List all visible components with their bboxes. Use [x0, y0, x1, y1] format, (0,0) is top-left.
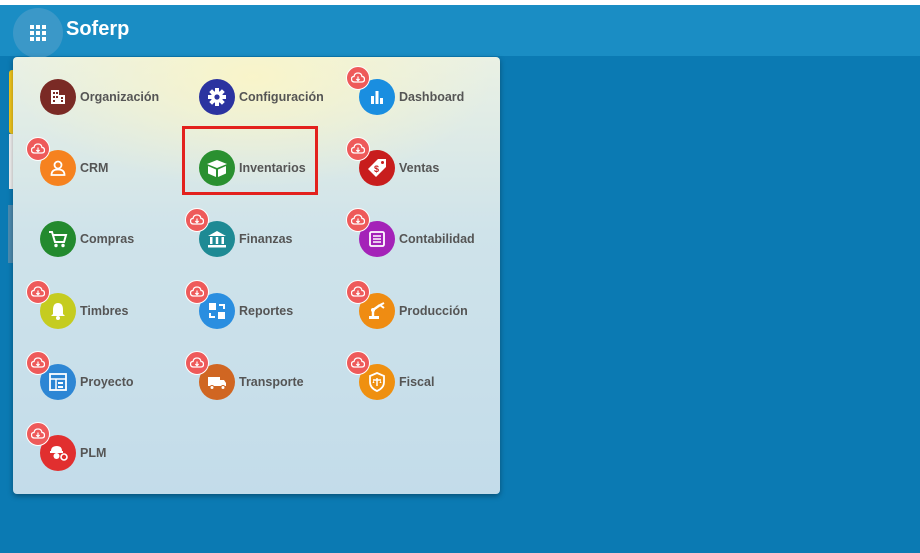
app-label: Reportes: [239, 304, 294, 318]
app-contabilidad[interactable]: Contabilidad: [359, 219, 475, 259]
app-name: Soferp: [66, 18, 130, 40]
grid-icon: [30, 25, 46, 41]
cloud-download-icon: [26, 137, 50, 161]
app-timbres[interactable]: Timbres: [40, 291, 128, 331]
app-finanzas[interactable]: Finanzas: [199, 219, 293, 259]
app-label: Fiscal: [399, 375, 435, 389]
app-label: Dashboard: [399, 90, 465, 104]
app-dashboard[interactable]: Dashboard: [359, 77, 464, 117]
app-label: Configuración: [239, 90, 324, 104]
app-label: Producción: [399, 304, 468, 318]
highlight-box-inventarios: [182, 126, 318, 195]
app-transporte[interactable]: Transporte: [199, 362, 304, 402]
app-label: Finanzas: [239, 232, 293, 246]
cloud-download-icon: [346, 66, 370, 90]
cloud-download-icon: [346, 137, 370, 161]
cloud-download-icon: [26, 422, 50, 446]
apps-menu-button[interactable]: [13, 8, 63, 58]
app-reportes[interactable]: Reportes: [199, 291, 293, 331]
app-label: Timbres: [80, 304, 129, 318]
top-strip: [0, 0, 920, 5]
app-fiscal[interactable]: Fiscal: [359, 362, 434, 402]
app-label: Compras: [80, 232, 135, 246]
app-label: Organización: [80, 90, 160, 104]
apps-menu-panel: Organización Configuración Dashboard CRM…: [13, 57, 500, 494]
app-label: Ventas: [399, 161, 440, 175]
app-configuracion[interactable]: Configuración: [199, 77, 324, 117]
cloud-download-icon: [185, 351, 209, 375]
cloud-download-icon: [346, 280, 370, 304]
cloud-download-icon: [185, 280, 209, 304]
app-ventas[interactable]: $ Ventas: [359, 148, 439, 188]
cloud-download-icon: [346, 208, 370, 232]
app-label: Proyecto: [80, 375, 134, 389]
app-label: PLM: [80, 446, 107, 460]
top-bar: Soferp: [0, 0, 920, 58]
app-compras[interactable]: Compras: [40, 219, 134, 259]
app-organizacion[interactable]: Organización: [40, 77, 159, 117]
app-label: Contabilidad: [399, 232, 475, 246]
cloud-download-icon: [26, 280, 50, 304]
svg-text:$: $: [374, 164, 379, 174]
cloud-download-icon: [185, 208, 209, 232]
cloud-download-icon: [346, 351, 370, 375]
app-crm[interactable]: CRM: [40, 148, 108, 188]
building-icon: [40, 79, 76, 115]
app-proyecto[interactable]: Proyecto: [40, 362, 134, 402]
cloud-download-icon: [26, 351, 50, 375]
app-label: CRM: [80, 161, 109, 175]
app-label: Transporte: [239, 375, 304, 389]
app-plm[interactable]: PLM: [40, 433, 106, 473]
shopping-cart-icon: [40, 221, 76, 257]
app-produccion[interactable]: Producción: [359, 291, 468, 331]
gear-icon: [199, 79, 235, 115]
